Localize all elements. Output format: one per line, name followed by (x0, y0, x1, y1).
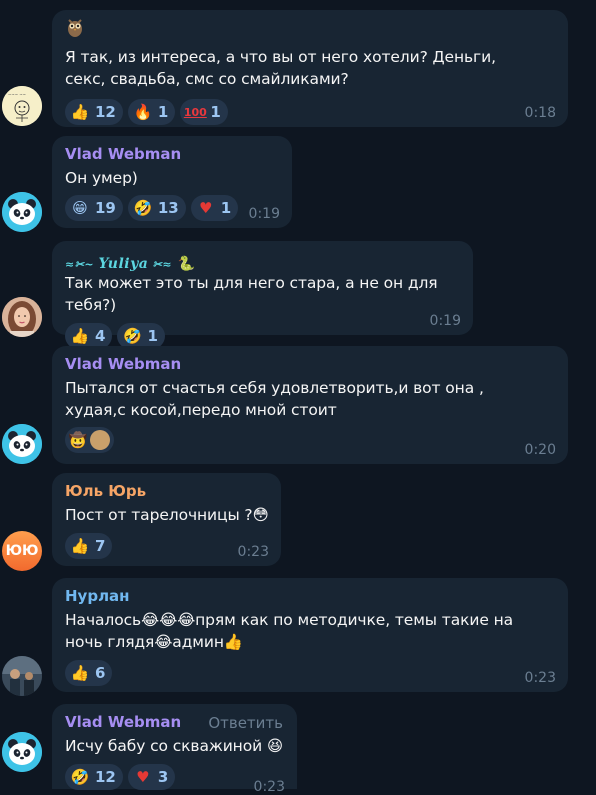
snake-icon: 🐍 (177, 256, 196, 272)
message-bubble[interactable]: Vlad Webman Он умер) 😁 19 🤣 13 ♥ 1 0:19 (52, 136, 292, 228)
avatar-panda[interactable] (2, 192, 42, 232)
reaction-thumbs-up[interactable]: 👍 12 (65, 99, 123, 125)
reply-button[interactable]: Ответить (208, 714, 283, 732)
thumbs-up-icon: 👍 (70, 103, 90, 121)
nickname-ornament-left: ≈✂~ (65, 258, 99, 271)
message-time: 0:20 (524, 442, 556, 458)
message-time: 0:18 (524, 105, 556, 121)
message-text: Он умер) (65, 169, 138, 187)
message-bubble[interactable]: Vlad Webman Ответить Исчу бабу со скважи… (52, 704, 297, 795)
sender-name[interactable]: Нурлан (65, 586, 556, 606)
message-time: 0:19 (429, 313, 461, 329)
reactor-avatar (90, 430, 110, 450)
sender-name[interactable]: Юль Юрь (65, 481, 269, 501)
sender-name[interactable]: ≈✂~ Yuliya ✂≈ 🐍 (65, 254, 461, 274)
reaction-thumbs-up[interactable]: 👍 7 (65, 533, 113, 559)
heart-icon: ♥ (199, 199, 213, 217)
avatar-yuliya[interactable] (2, 297, 42, 337)
avatar-nurlan[interactable] (2, 656, 42, 696)
reaction-heart[interactable]: ♥ 3 (127, 764, 176, 790)
profile-photo-icon (2, 297, 42, 337)
avatar-panda[interactable] (2, 424, 42, 464)
rofl-icon: 🤣 (123, 327, 142, 345)
fire-icon: 🔥 (133, 103, 153, 121)
sender-name[interactable]: Vlad Webman (65, 354, 556, 374)
grinning-face-icon: 😁 (72, 199, 88, 217)
message-bubble[interactable]: Я так, из интереса, а что вы от него хот… (52, 10, 568, 127)
chat-history: ~~~ ~~ Я так, из интереса, а что вы от н… (0, 0, 596, 795)
reaction-hundred[interactable]: 100 1 (180, 99, 228, 125)
message-bubble[interactable]: Vlad Webman Пытался от счастья себя удов… (52, 346, 568, 464)
message-text: Пытался от счастья себя удовлетворить,и … (65, 379, 484, 419)
hundred-icon: 100 (183, 105, 207, 119)
reaction-cowboy[interactable]: 🤠 (65, 427, 114, 453)
reactions: 🤣 12 ♥ 3 (65, 764, 285, 790)
reaction-heart[interactable]: ♥ 1 (190, 195, 239, 221)
avatar-sticker-user[interactable]: ~~~ ~~ (2, 86, 42, 126)
message-bubble[interactable]: ≈✂~ Yuliya ✂≈ 🐍 Так может это ты для нег… (52, 241, 473, 349)
reaction-thumbs-up[interactable]: 👍 6 (65, 660, 113, 686)
message-text: Я так, из интереса, а что вы от него хот… (65, 48, 496, 88)
panda-icon (2, 732, 42, 772)
cowboy-face-icon: 🤠 (68, 431, 88, 449)
avatar-panda[interactable] (2, 732, 42, 772)
message-time: 0:23 (237, 544, 269, 560)
message-time: 0:23 (253, 779, 285, 795)
reactions: 👍 12 🔥 1 100 1 (65, 99, 556, 125)
reaction-rofl[interactable]: 🤣 12 (65, 764, 123, 790)
avatar-initials: ЮЮ (5, 543, 39, 559)
profile-photo-icon (2, 656, 42, 696)
reaction-rofl[interactable]: 🤣 13 (127, 195, 186, 221)
message-time: 0:19 (248, 206, 280, 222)
message-text: Пост от тарелочницы ?😳 (65, 506, 269, 524)
panda-icon (2, 192, 42, 232)
reaction-fire[interactable]: 🔥 1 (127, 99, 176, 125)
rofl-icon: 🤣 (70, 768, 90, 786)
reactions: 🤠 (65, 427, 556, 453)
panda-icon (2, 424, 42, 464)
message-bubble[interactable]: Нурлан Началось😂😂😂прям как по методичке,… (52, 578, 568, 692)
message-text: Исчу бабу со скважиной 😆 (65, 737, 283, 755)
heart-icon: ♥ (136, 768, 150, 786)
avatar-yul-yur[interactable]: ЮЮ (2, 531, 42, 571)
reactions: 👍 6 (65, 660, 556, 686)
thumbs-up-icon: 👍 (70, 537, 90, 555)
thumbs-up-icon: 👍 (70, 664, 90, 682)
message-text: Началось😂😂😂прям как по методичке, темы т… (65, 611, 514, 651)
doodle-avatar-icon: ~~~ ~~ (2, 86, 42, 126)
sender-name[interactable]: Vlad Webman (65, 144, 280, 164)
rofl-icon: 🤣 (133, 199, 153, 217)
thumbs-up-icon: 👍 (70, 327, 90, 345)
nickname-ornament-right: ✂≈ (148, 258, 173, 271)
message-text: Так может это ты для него стара, а не он… (65, 274, 438, 314)
message-time: 0:23 (524, 670, 556, 686)
owl-sticker-icon (66, 17, 84, 37)
reaction-grinning[interactable]: 😁 19 (65, 195, 123, 221)
message-bubble[interactable]: Юль Юрь Пост от тарелочницы ?😳 👍 7 0:23 (52, 473, 281, 566)
svg-text:~~~ ~~: ~~~ ~~ (8, 92, 26, 97)
